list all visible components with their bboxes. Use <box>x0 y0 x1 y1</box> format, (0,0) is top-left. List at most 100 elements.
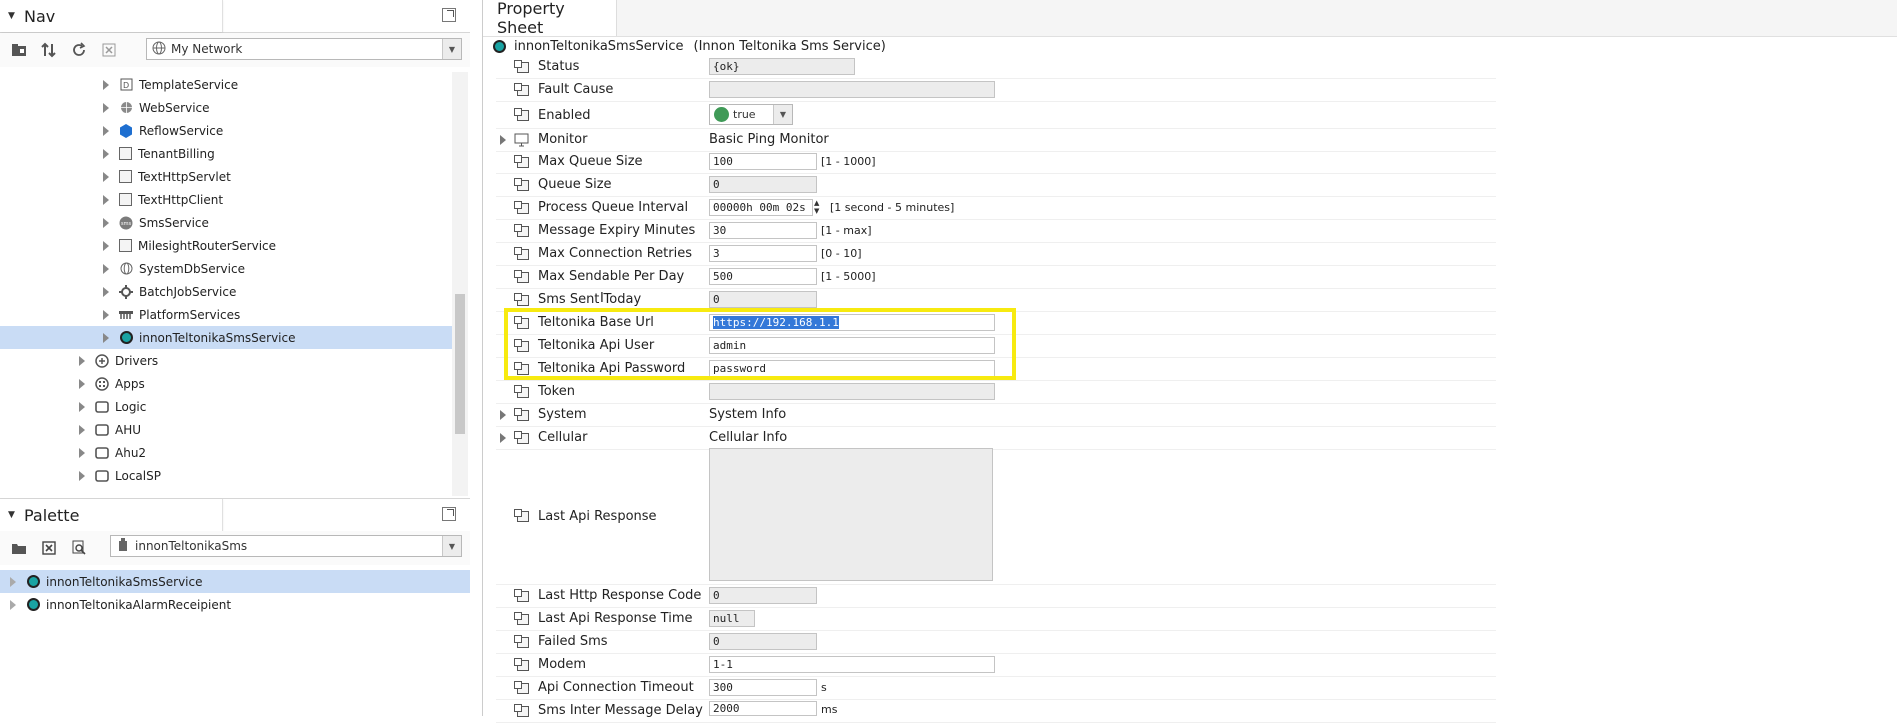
globe-icon <box>119 101 133 115</box>
refresh-icon[interactable] <box>64 37 94 63</box>
close-palette-icon[interactable] <box>34 535 64 561</box>
expand-icon[interactable] <box>79 378 85 389</box>
tree-item-label: TemplateService <box>139 77 239 92</box>
api-connection-timeout-unit: s <box>821 681 827 694</box>
expand-icon[interactable] <box>103 171 109 182</box>
expand-icon[interactable] <box>10 599 16 610</box>
chevron-down-icon[interactable]: ▼ <box>442 536 461 556</box>
prop-label: Cellular <box>538 430 588 445</box>
sms-inter-message-delay-input[interactable]: 2000 <box>709 701 817 716</box>
tree-item-reflowservice[interactable]: ReflowService <box>103 119 223 142</box>
prop-label: Enabled <box>538 107 591 123</box>
palette-tab[interactable]: ▼ Palette <box>0 499 223 531</box>
last-http-response-code-field: 0 <box>709 587 817 604</box>
tree-item-tenantbilling[interactable]: TenantBilling <box>103 142 215 165</box>
expand-icon[interactable] <box>103 286 109 297</box>
nav-title: Nav <box>24 6 56 26</box>
expand-icon[interactable] <box>79 470 85 481</box>
max-queue-size-input[interactable]: 100 <box>709 153 817 170</box>
expand-icon[interactable] <box>10 576 16 587</box>
expand-icon[interactable] <box>103 102 109 113</box>
expand-icon[interactable] <box>103 240 109 251</box>
highlight-box <box>504 308 1016 380</box>
tree-item-logic[interactable]: Logic <box>79 395 146 418</box>
prop-row-queue-size: Queue Size <box>496 173 1496 197</box>
tree-item-innonteltonikasmsservice[interactable]: innonTeltonikaSmsService <box>0 326 452 349</box>
network-select[interactable]: My Network ▼ <box>146 38 462 60</box>
enabled-select[interactable]: true ▼ <box>709 104 793 125</box>
expand-icon[interactable] <box>79 447 85 458</box>
text-cursor-icon: I <box>600 291 604 306</box>
expand-icon[interactable] <box>103 194 109 205</box>
nav-scrollbar[interactable] <box>452 72 468 496</box>
palette-item-smsservice[interactable]: innonTeltonikaSmsService <box>0 570 470 593</box>
message-expiry-input[interactable]: 30 <box>709 222 817 239</box>
tree-item-localsp[interactable]: LocalSP <box>79 464 161 487</box>
tree-item-platformservices[interactable]: PlatformServices <box>103 303 240 326</box>
tree-item-texthttpclient[interactable]: TextHttpClient <box>103 188 223 211</box>
nav-tab[interactable]: ▼ Nav <box>0 0 223 32</box>
tree-item-templateservice[interactable]: D TemplateService <box>103 73 238 96</box>
nav-scrollbar-thumb[interactable] <box>455 294 465 434</box>
tab-property-sheet[interactable]: Property Sheet <box>483 0 617 37</box>
tree-item-batchjobservice[interactable]: BatchJobService <box>103 280 236 303</box>
property-icon <box>514 384 530 399</box>
property-icon <box>514 269 530 284</box>
expand-icon[interactable] <box>103 309 109 320</box>
prop-label: Last Api Response Time <box>538 611 693 626</box>
last-api-response-textarea[interactable] <box>709 448 993 581</box>
gear-icon <box>119 284 133 299</box>
expand-icon[interactable] <box>103 332 109 343</box>
palette-panel-header: ▼ Palette <box>0 498 470 532</box>
palette-item-label: innonTeltonikaSmsService <box>46 574 203 589</box>
max-connection-retries-input[interactable]: 3 <box>709 245 817 262</box>
expand-icon[interactable] <box>79 401 85 412</box>
modem-input[interactable]: 1-1 <box>709 656 995 673</box>
expand-icon[interactable] <box>103 263 109 274</box>
collapse-caret-icon[interactable]: ▼ <box>8 510 18 520</box>
find-icon[interactable] <box>64 535 94 561</box>
expand-icon[interactable] <box>103 79 109 90</box>
api-connection-timeout-input[interactable]: 300 <box>709 679 817 696</box>
prop-row-monitor[interactable]: Monitor <box>496 128 1496 152</box>
prop-label: Status <box>538 59 580 74</box>
maximize-icon[interactable] <box>442 507 456 521</box>
sync-arrows-icon[interactable] <box>34 37 64 63</box>
prop-row-system[interactable]: System <box>496 403 1496 427</box>
tree-item-milesightrouterservice[interactable]: MilesightRouterService <box>103 234 276 257</box>
tree-item-systemdbservice[interactable]: SystemDbService <box>103 257 245 280</box>
prop-label: System <box>538 407 587 422</box>
tree-item-drivers[interactable]: Drivers <box>79 349 158 372</box>
prop-label: Max Connection Retries <box>538 246 692 261</box>
tree-item-ahu[interactable]: AHU <box>79 418 141 441</box>
chevron-down-icon[interactable]: ▼ <box>442 39 461 59</box>
tree-item-texthttpservlet[interactable]: TextHttpServlet <box>103 165 231 188</box>
palette-module-select[interactable]: innonTeltonikaSms ▼ <box>110 535 462 557</box>
expand-icon[interactable] <box>103 217 109 228</box>
collapse-caret-icon[interactable]: ▼ <box>8 11 18 21</box>
expand-icon[interactable] <box>79 355 85 366</box>
expand-icon[interactable] <box>103 148 109 159</box>
prop-label: Queue Size <box>538 177 612 192</box>
tree-item-webservice[interactable]: WebService <box>103 96 210 119</box>
maximize-icon[interactable] <box>442 8 456 22</box>
close-icon[interactable] <box>94 37 124 63</box>
chevron-down-icon[interactable]: ▼ <box>773 105 792 124</box>
expand-icon[interactable] <box>496 432 510 443</box>
expand-icon[interactable] <box>496 134 510 145</box>
tree-item-ahu2[interactable]: Ahu2 <box>79 441 146 464</box>
new-folder-icon[interactable] <box>4 37 34 63</box>
expand-icon[interactable] <box>79 424 85 435</box>
open-folder-icon[interactable] <box>4 535 34 561</box>
prop-row-cellular[interactable]: Cellular <box>496 426 1496 450</box>
expand-icon[interactable] <box>496 409 510 420</box>
process-queue-interval-input[interactable]: 00000h 00m 02s <box>709 199 813 216</box>
spinner-icon[interactable]: ▲ ▼ <box>814 199 822 216</box>
tree-item-smsservice[interactable]: sms SmsService <box>103 211 209 234</box>
tree-item-apps[interactable]: Apps <box>79 372 145 395</box>
expand-icon[interactable] <box>103 125 109 136</box>
cube-icon <box>119 170 132 183</box>
palette-item-alarmrecipient[interactable]: innonTeltonikaAlarmReceipient <box>10 593 231 616</box>
max-sendable-per-day-input[interactable]: 500 <box>709 268 817 285</box>
prop-label: Message Expiry Minutes <box>538 223 696 238</box>
